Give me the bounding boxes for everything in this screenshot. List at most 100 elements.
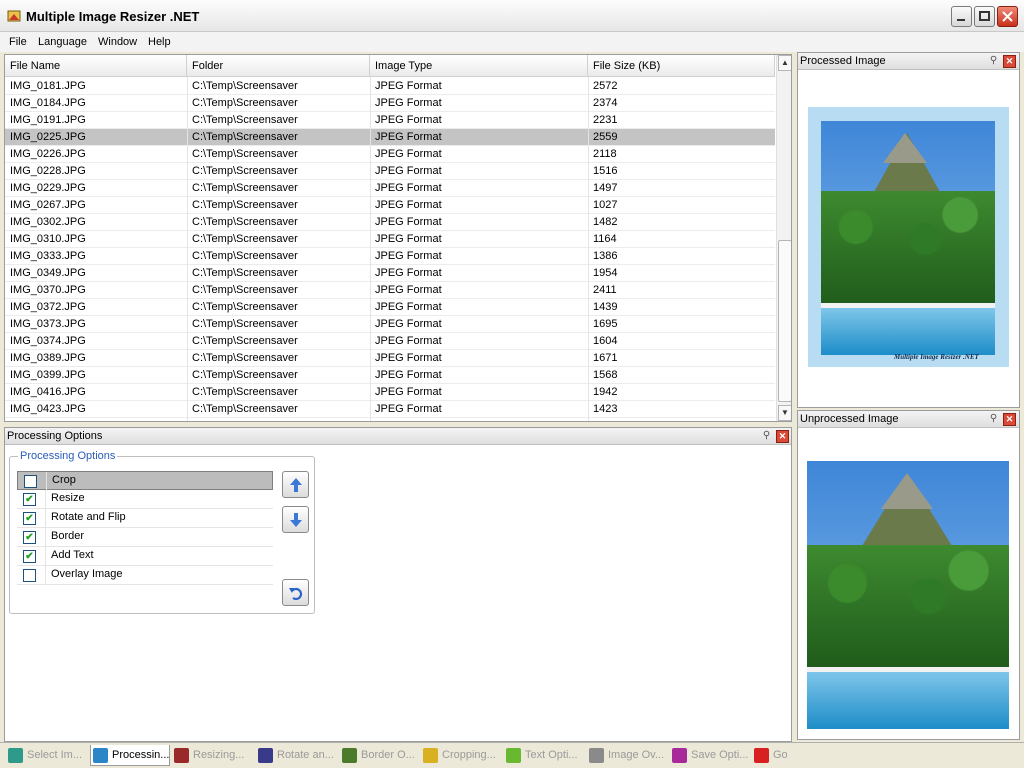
menu-file[interactable]: File	[9, 36, 27, 48]
option-checkbox[interactable]	[23, 569, 36, 582]
tab-8[interactable]: Save Opti...	[670, 745, 750, 766]
file-name-cell: IMG_0226.JPG	[10, 148, 86, 160]
file-name-cell: IMG_0370.JPG	[10, 284, 86, 296]
table-row[interactable]: IMG_0310.JPG C:\Temp\Screensaver JPEG Form…	[5, 231, 775, 248]
scroll-up-button[interactable]: ▲	[778, 55, 791, 71]
file-name-cell: IMG_0333.JPG	[10, 250, 86, 262]
option-checkbox[interactable]: ✔	[23, 493, 36, 506]
move-down-button[interactable]	[282, 506, 309, 533]
menu-help[interactable]: Help	[148, 36, 171, 48]
option-item[interactable]: ✔ Border	[17, 528, 273, 547]
option-checkbox[interactable]: ✔	[23, 512, 36, 525]
table-row[interactable]: IMG_0229.JPG C:\Temp\Screensaver JPEG Form…	[5, 180, 775, 197]
image-type-cell: JPEG Format	[375, 216, 442, 228]
tab-label: Rotate an...	[277, 749, 334, 761]
tab-3[interactable]: Rotate an...	[256, 745, 338, 766]
column-header-file-name[interactable]: File Name	[5, 55, 187, 77]
tab-0[interactable]: Select Im...	[6, 745, 88, 766]
tab-label: Border O...	[361, 749, 415, 761]
unprocessed-image	[807, 461, 1009, 729]
option-item[interactable]: ✔ Rotate and Flip	[17, 509, 273, 528]
folder-cell: C:\Temp\Screensaver	[192, 114, 298, 126]
column-header-file-size[interactable]: File Size (KB)	[588, 55, 775, 77]
table-row[interactable]: IMG_0416.JPG C:\Temp\Screensaver JPEG Form…	[5, 384, 775, 401]
close-icon[interactable]: ✕	[776, 430, 789, 443]
file-list-scrollbar[interactable]: ▲ ▼	[776, 55, 791, 421]
file-name-cell: IMG_0229.JPG	[10, 182, 86, 194]
minimize-button[interactable]	[951, 6, 972, 27]
close-button[interactable]	[997, 6, 1018, 27]
arrow-up-icon	[289, 478, 302, 492]
close-icon[interactable]: ✕	[1003, 413, 1016, 426]
menu-language[interactable]: Language	[38, 36, 87, 48]
option-item[interactable]: ✔ Resize	[17, 490, 273, 509]
file-size-cell: 1671	[593, 352, 618, 364]
pin-icon[interactable]: ⚲	[760, 430, 773, 443]
folder-cell: C:\Temp\Screensaver	[192, 131, 298, 143]
tab-1[interactable]: Processin...	[90, 745, 170, 766]
reset-order-button[interactable]	[282, 579, 309, 606]
table-row[interactable]: IMG_0228.JPG C:\Temp\Screensaver JPEG Form…	[5, 163, 775, 180]
tab-icon	[754, 748, 769, 763]
table-row[interactable]: IMG_0373.JPG C:\Temp\Screensaver JPEG Form…	[5, 316, 775, 333]
file-size-cell: 1568	[593, 369, 618, 381]
option-item[interactable]: Overlay Image	[17, 566, 273, 585]
option-checkbox[interactable]	[24, 475, 37, 488]
file-name-cell: IMG_0225.JPG	[10, 131, 86, 143]
tab-2[interactable]: Resizing...	[172, 745, 254, 766]
menu-window[interactable]: Window	[98, 36, 137, 48]
file-list[interactable]: File Name Folder Image Type File Size (K…	[4, 54, 792, 422]
maximize-button[interactable]	[974, 6, 995, 27]
scrollbar-thumb[interactable]	[778, 240, 791, 402]
option-item[interactable]: ✔ Add Text	[17, 547, 273, 566]
tab-label: Select Im...	[27, 749, 83, 761]
table-row[interactable]: IMG_0423.JPG C:\Temp\Screensaver JPEG Form…	[5, 401, 775, 418]
option-label: Rotate and Flip	[51, 511, 126, 523]
option-checkbox[interactable]: ✔	[23, 550, 36, 563]
image-type-cell: JPEG Format	[375, 114, 442, 126]
image-type-cell: JPEG Format	[375, 165, 442, 177]
tab-6[interactable]: Text Opti...	[504, 745, 585, 766]
table-row[interactable]: IMG_0349.JPG C:\Temp\Screensaver JPEG Form…	[5, 265, 775, 282]
table-row[interactable]: IMG_0184.JPG C:\Temp\Screensaver JPEG Form…	[5, 95, 775, 112]
close-icon[interactable]: ✕	[1003, 55, 1016, 68]
option-item[interactable]: Crop	[17, 471, 273, 490]
image-type-cell: JPEG Format	[375, 80, 442, 92]
folder-cell: C:\Temp\Screensaver	[192, 301, 298, 313]
column-header-folder[interactable]: Folder	[187, 55, 370, 77]
tab-9[interactable]: Go	[752, 745, 792, 766]
processing-panel-header: Processing Options ⚲ ✕	[5, 428, 791, 445]
table-row[interactable]: IMG_0399.JPG C:\Temp\Screensaver JPEG Form…	[5, 367, 775, 384]
pin-icon[interactable]: ⚲	[987, 55, 1000, 68]
file-name-cell: IMG_0373.JPG	[10, 318, 86, 330]
tab-icon	[93, 748, 108, 763]
folder-cell: C:\Temp\Screensaver	[192, 80, 298, 92]
column-header-image-type[interactable]: Image Type	[370, 55, 588, 77]
table-row[interactable]: IMG_0389.JPG C:\Temp\Screensaver JPEG Form…	[5, 350, 775, 367]
tab-4[interactable]: Border O...	[340, 745, 419, 766]
table-row[interactable]: IMG_0225.JPG C:\Temp\Screensaver JPEG Form…	[5, 129, 775, 146]
tab-7[interactable]: Image Ov...	[587, 745, 668, 766]
file-size-cell: 1695	[593, 318, 618, 330]
tab-label: Resizing...	[193, 749, 245, 761]
file-name-cell: IMG_0267.JPG	[10, 199, 86, 211]
scroll-down-button[interactable]: ▼	[778, 405, 791, 421]
table-row[interactable]: IMG_0191.JPG C:\Temp\Screensaver JPEG Form…	[5, 112, 775, 129]
unprocessed-image-panel: Unprocessed Image ⚲ ✕	[797, 410, 1020, 740]
tab-icon	[174, 748, 189, 763]
table-row[interactable]: IMG_0181.JPG C:\Temp\Screensaver JPEG Form…	[5, 78, 775, 95]
file-name-cell: IMG_0191.JPG	[10, 114, 86, 126]
option-checkbox[interactable]: ✔	[23, 531, 36, 544]
table-row[interactable]: IMG_0370.JPG C:\Temp\Screensaver JPEG Form…	[5, 282, 775, 299]
table-row[interactable]: IMG_0226.JPG C:\Temp\Screensaver JPEG Form…	[5, 146, 775, 163]
table-row[interactable]: IMG_0333.JPG C:\Temp\Screensaver JPEG Form…	[5, 248, 775, 265]
move-up-button[interactable]	[282, 471, 309, 498]
image-type-cell: JPEG Format	[375, 403, 442, 415]
table-row[interactable]: IMG_0302.JPG C:\Temp\Screensaver JPEG Form…	[5, 214, 775, 231]
folder-cell: C:\Temp\Screensaver	[192, 318, 298, 330]
table-row[interactable]: IMG_0374.JPG C:\Temp\Screensaver JPEG Form…	[5, 333, 775, 350]
pin-icon[interactable]: ⚲	[987, 413, 1000, 426]
table-row[interactable]: IMG_0267.JPG C:\Temp\Screensaver JPEG Form…	[5, 197, 775, 214]
tab-5[interactable]: Cropping...	[421, 745, 502, 766]
table-row[interactable]: IMG_0372.JPG C:\Temp\Screensaver JPEG Form…	[5, 299, 775, 316]
